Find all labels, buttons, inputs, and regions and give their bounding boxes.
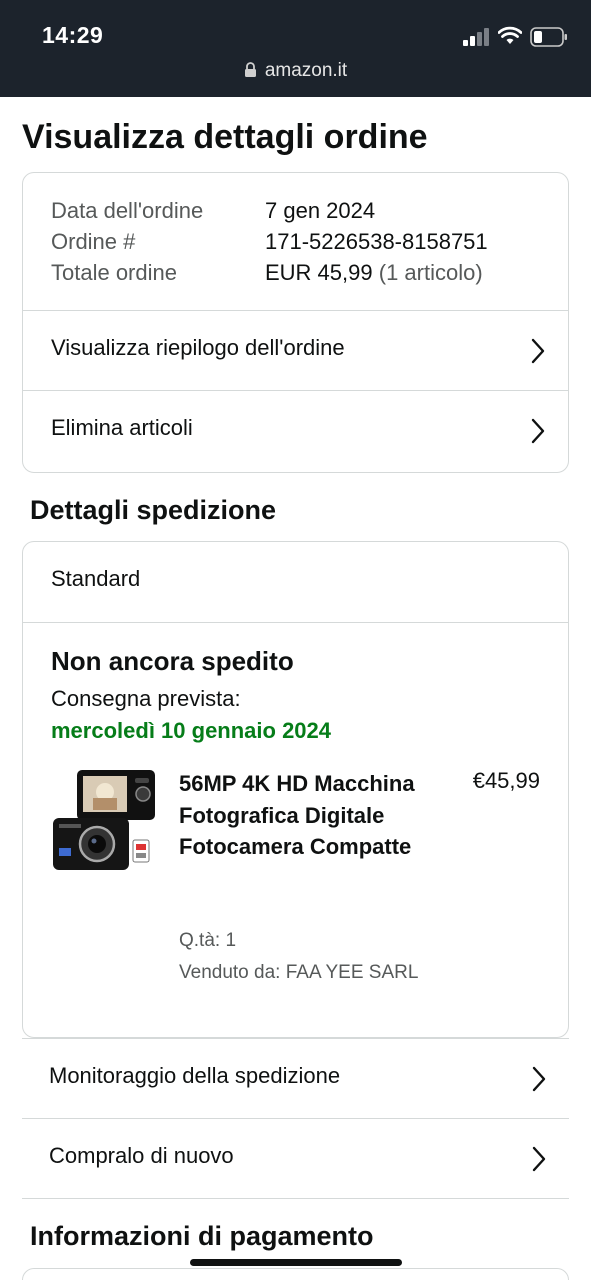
shipping-section-title: Dettagli spedizione — [30, 495, 277, 525]
shipment-status: Non ancora spedito — [51, 646, 294, 676]
track-shipment-label: Monitoraggio della spedizione — [49, 1063, 341, 1088]
track-shipment-link[interactable]: Monitoraggio della spedizione — [22, 1038, 569, 1118]
divider — [22, 1198, 569, 1200]
payment-section-title: Informazioni di pagamento — [30, 1221, 374, 1251]
status-bar: 14:29 amazon.it — [0, 0, 591, 97]
delivery-date: mercoledì 10 gennaio 2024 — [51, 718, 332, 743]
order-total-value: EUR 45,99 — [265, 260, 373, 285]
order-number-value: 171-5226538-8158751 — [265, 229, 488, 254]
page-title: Visualizza dettagli ordine — [22, 118, 428, 156]
order-summary-card: Data dell'ordine 7 gen 2024 Ordine # 171… — [22, 172, 569, 473]
chevron-right-icon — [531, 418, 545, 444]
home-indicator — [190, 1259, 402, 1266]
divider — [23, 622, 568, 623]
address-bar[interactable]: amazon.it — [0, 60, 591, 82]
product-quantity: Q.tà: 1 — [179, 930, 237, 951]
order-date-value: 7 gen 2024 — [265, 198, 376, 223]
delete-items-label: Elimina articoli — [51, 415, 193, 440]
order-total-label: Totale ordine — [51, 260, 177, 285]
order-date-label: Data dell'ordine — [51, 198, 204, 223]
order-total-value-wrap: EUR 45,99 (1 articolo) — [265, 257, 483, 288]
view-order-summary-link[interactable]: Visualizza riepilogo dell'ordine — [23, 310, 568, 390]
payment-card — [22, 1268, 569, 1280]
delete-items-link[interactable]: Elimina articoli — [23, 390, 568, 470]
shipment-card: Standard Non ancora spedito Consegna pre… — [22, 541, 569, 1038]
delivery-label: Consegna prevista: — [51, 686, 241, 711]
view-order-summary-label: Visualizza riepilogo dell'ordine — [51, 335, 345, 360]
chevron-right-icon — [532, 1066, 546, 1092]
order-total-items: (1 articolo) — [378, 260, 483, 285]
buy-again-link[interactable]: Compralo di nuovo — [22, 1118, 569, 1198]
product-name[interactable]: 56MP 4K HD Macchina Fotografica Digitale… — [179, 768, 419, 863]
lock-icon — [244, 62, 256, 77]
status-time: 14:29 — [42, 22, 104, 48]
buy-again-label: Compralo di nuovo — [49, 1143, 234, 1168]
wifi-icon — [498, 26, 522, 44]
product-seller: Venduto da: FAA YEE SARL — [179, 962, 419, 983]
product-image[interactable] — [51, 768, 159, 876]
chevron-right-icon — [532, 1146, 546, 1172]
chevron-right-icon — [531, 338, 545, 364]
product-price: €45,99 — [472, 768, 540, 793]
battery-icon — [530, 27, 567, 47]
url-text: amazon.it — [264, 60, 348, 81]
order-number-label: Ordine # — [51, 229, 136, 254]
cellular-signal-icon — [463, 28, 489, 46]
shipping-method: Standard — [51, 566, 141, 591]
